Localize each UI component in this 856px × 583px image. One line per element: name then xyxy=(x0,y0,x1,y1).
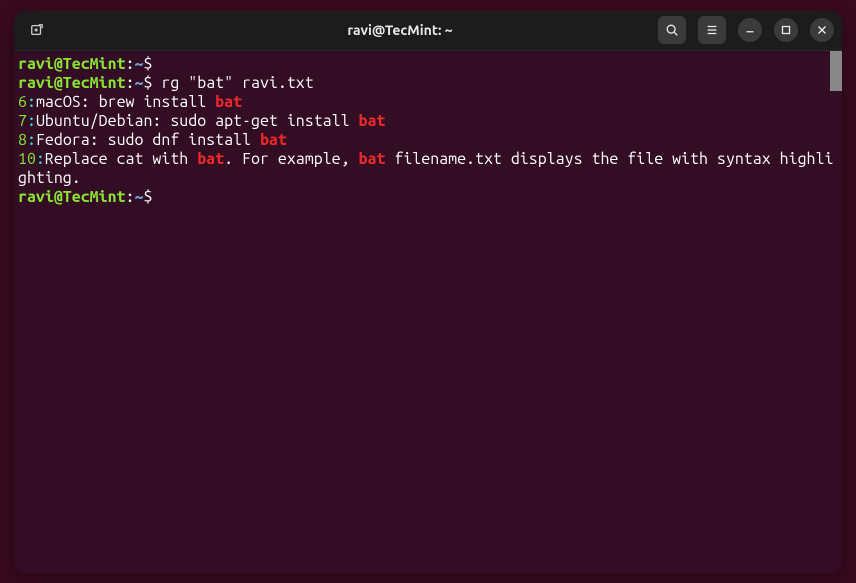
prompt-line: ravi@TecMint:~$ rg "bat" ravi.txt xyxy=(18,74,838,93)
prompt-line: ravi@TecMint:~$ xyxy=(18,55,838,74)
prompt-userhost: ravi@TecMint xyxy=(18,74,126,92)
terminal-window: ravi@TecMint: ~ xyxy=(14,11,842,573)
output-text: . For example, xyxy=(224,150,358,168)
match-text: bat xyxy=(260,131,287,149)
output-line: 6:macOS: brew install bat xyxy=(18,93,838,112)
line-number: 7 xyxy=(18,112,27,130)
prompt-colon: : xyxy=(126,55,135,73)
output-text: Replace cat with xyxy=(45,150,197,168)
close-icon xyxy=(815,23,829,37)
output-text: Ubuntu/Debian: sudo apt-get install xyxy=(36,112,359,130)
titlebar-right xyxy=(658,16,834,44)
prompt-userhost: ravi@TecMint xyxy=(18,188,126,206)
titlebar-left xyxy=(22,15,142,45)
terminal-body[interactable]: ravi@TecMint:~$ravi@TecMint:~$ rg "bat" … xyxy=(14,51,842,573)
output-text: Fedora: sudo dnf install xyxy=(36,131,260,149)
prompt-colon: : xyxy=(126,188,135,206)
output-line: 8:Fedora: sudo dnf install bat xyxy=(18,131,838,150)
output-line: 10:Replace cat with bat. For example, ba… xyxy=(18,150,838,188)
match-text: bat xyxy=(197,150,224,168)
line-number: 8 xyxy=(18,131,27,149)
separator: : xyxy=(27,112,36,130)
close-button[interactable] xyxy=(810,18,834,42)
line-number: 6 xyxy=(18,93,27,111)
match-text: bat xyxy=(359,150,386,168)
minimize-icon xyxy=(743,23,757,37)
prompt-line: ravi@TecMint:~$ xyxy=(18,188,838,207)
scrollbar[interactable] xyxy=(830,51,842,91)
search-icon xyxy=(665,23,679,37)
window-title: ravi@TecMint: ~ xyxy=(142,22,658,38)
prompt-dollar: $ xyxy=(143,188,152,206)
titlebar: ravi@TecMint: ~ xyxy=(14,11,842,51)
separator: : xyxy=(27,93,36,111)
menu-button[interactable] xyxy=(698,16,726,44)
output-line: 7:Ubuntu/Debian: sudo apt-get install ba… xyxy=(18,112,838,131)
match-text: bat xyxy=(215,93,242,111)
search-button[interactable] xyxy=(658,16,686,44)
hamburger-icon xyxy=(705,23,719,37)
separator: : xyxy=(27,131,36,149)
command-text: rg "bat" ravi.txt xyxy=(152,74,313,92)
new-tab-icon xyxy=(30,23,44,37)
line-number: 10 xyxy=(18,150,36,168)
maximize-icon xyxy=(779,23,793,37)
match-text: bat xyxy=(359,112,386,130)
prompt-userhost: ravi@TecMint xyxy=(18,55,126,73)
minimize-button[interactable] xyxy=(738,18,762,42)
separator: : xyxy=(36,150,45,168)
prompt-colon: : xyxy=(126,74,135,92)
maximize-button[interactable] xyxy=(774,18,798,42)
prompt-dollar: $ xyxy=(143,55,152,73)
new-tab-button[interactable] xyxy=(22,15,52,45)
output-text: macOS: brew install xyxy=(36,93,215,111)
